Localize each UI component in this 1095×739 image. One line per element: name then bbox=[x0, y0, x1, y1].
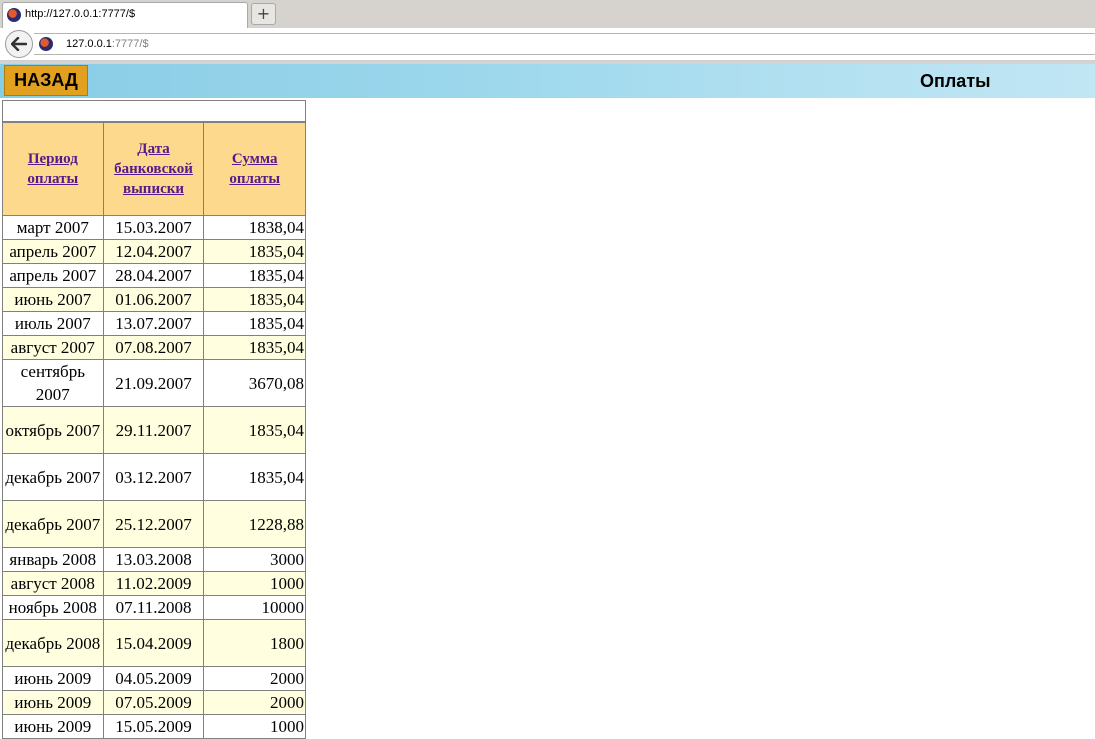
sum-cell: 1000 bbox=[203, 571, 306, 596]
period-cell: апрель 2007 bbox=[2, 263, 104, 288]
column-header-period: Период оплаты bbox=[2, 122, 104, 216]
date-cell: 13.07.2007 bbox=[102, 311, 205, 336]
period-cell: август 2007 bbox=[2, 335, 104, 360]
period-cell: июнь 2009 bbox=[2, 690, 104, 715]
sum-cell: 1000 bbox=[203, 714, 306, 739]
table-row: март 2007 15.03.2007 1838,04 bbox=[2, 215, 306, 240]
table-caption-row bbox=[2, 100, 306, 122]
date-cell: 15.05.2009 bbox=[102, 714, 205, 739]
tab-bar: http://127.0.0.1:7777/$ + bbox=[0, 0, 1095, 28]
date-cell: 12.04.2007 bbox=[102, 239, 205, 264]
sum-cell: 3000 bbox=[203, 547, 306, 572]
period-cell: июль 2007 bbox=[2, 311, 104, 336]
table-header-row: Период оплаты Дата банковской выписки Су… bbox=[2, 122, 306, 216]
period-cell: январь 2008 bbox=[2, 547, 104, 572]
date-cell: 07.11.2008 bbox=[102, 595, 205, 620]
table-row: январь 2008 13.03.2008 3000 bbox=[2, 547, 306, 572]
sum-cell: 3670,08 bbox=[203, 359, 306, 407]
date-cell: 07.05.2009 bbox=[102, 690, 205, 715]
sum-cell: 1835,04 bbox=[203, 311, 306, 336]
date-cell: 01.06.2007 bbox=[102, 287, 205, 312]
table-row: июнь 2009 15.05.2009 1000 bbox=[2, 714, 306, 739]
period-cell: апрель 2007 bbox=[2, 239, 104, 264]
period-cell: март 2007 bbox=[2, 215, 104, 240]
period-cell: октябрь 2007 bbox=[2, 406, 104, 454]
url-path: :7777/$ bbox=[111, 38, 149, 50]
sum-cell: 2000 bbox=[203, 690, 306, 715]
sort-by-sum-link[interactable]: Сумма оплаты bbox=[229, 151, 280, 187]
new-tab-button[interactable]: + bbox=[251, 3, 276, 25]
period-cell: август 2008 bbox=[2, 571, 104, 596]
url-host: 127.0.0.1 bbox=[66, 38, 112, 50]
tab-title: http://127.0.0.1:7777/$ bbox=[25, 8, 136, 20]
table-row: сентябрь 2007 21.09.2007 3670,08 bbox=[2, 359, 306, 407]
site-identity-icon bbox=[39, 37, 53, 51]
period-cell: декабрь 2007 bbox=[2, 500, 104, 548]
sum-cell: 10000 bbox=[203, 595, 306, 620]
date-cell: 28.04.2007 bbox=[102, 263, 205, 288]
sum-cell: 1835,04 bbox=[203, 287, 306, 312]
sum-cell: 1835,04 bbox=[203, 335, 306, 360]
date-cell: 21.09.2007 bbox=[102, 359, 205, 407]
column-header-date: Дата банковской выписки bbox=[102, 122, 205, 216]
browser-tab[interactable]: http://127.0.0.1:7777/$ bbox=[2, 2, 248, 28]
period-cell: июнь 2009 bbox=[2, 666, 104, 691]
url-text: 127.0.0.1:7777/$ bbox=[66, 38, 149, 50]
table-row: июнь 2009 04.05.2009 2000 bbox=[2, 666, 306, 691]
period-cell: декабрь 2007 bbox=[2, 453, 104, 501]
sum-cell: 1800 bbox=[203, 619, 306, 667]
period-cell: декабрь 2008 bbox=[2, 619, 104, 667]
sum-cell: 1228,88 bbox=[203, 500, 306, 548]
column-header-sum: Сумма оплаты bbox=[203, 122, 306, 216]
payments-table: Период оплаты Дата банковской выписки Су… bbox=[2, 122, 306, 739]
table-row: июнь 2007 01.06.2007 1835,04 bbox=[2, 287, 306, 312]
table-row: июнь 2009 07.05.2009 2000 bbox=[2, 690, 306, 715]
date-cell: 03.12.2007 bbox=[102, 453, 205, 501]
sum-cell: 1838,04 bbox=[203, 215, 306, 240]
table-row: август 2007 07.08.2007 1835,04 bbox=[2, 335, 306, 360]
period-cell: сентябрь 2007 bbox=[2, 359, 104, 407]
sum-cell: 2000 bbox=[203, 666, 306, 691]
table-row: ноябрь 2008 07.11.2008 10000 bbox=[2, 595, 306, 620]
navigation-bar: 127.0.0.1:7777/$ bbox=[0, 28, 1095, 61]
period-cell: июнь 2009 bbox=[2, 714, 104, 739]
table-row: декабрь 2007 25.12.2007 1228,88 bbox=[2, 500, 306, 548]
back-arrow-icon bbox=[11, 37, 27, 51]
period-cell: ноябрь 2008 bbox=[2, 595, 104, 620]
table-row: июль 2007 13.07.2007 1835,04 bbox=[2, 311, 306, 336]
sum-cell: 1835,04 bbox=[203, 406, 306, 454]
back-button[interactable]: НАЗАД bbox=[4, 65, 88, 96]
table-row: август 2008 11.02.2009 1000 bbox=[2, 571, 306, 596]
date-cell: 29.11.2007 bbox=[102, 406, 205, 454]
period-cell: июнь 2007 bbox=[2, 287, 104, 312]
sort-by-period-link[interactable]: Период оплаты bbox=[27, 151, 78, 187]
page-header: НАЗАД Оплаты bbox=[0, 64, 1095, 98]
sum-cell: 1835,04 bbox=[203, 263, 306, 288]
table-row: апрель 2007 28.04.2007 1835,04 bbox=[2, 263, 306, 288]
date-cell: 25.12.2007 bbox=[102, 500, 205, 548]
sort-by-date-link[interactable]: Дата банковской выписки bbox=[114, 141, 193, 197]
table-row: декабрь 2007 03.12.2007 1835,04 bbox=[2, 453, 306, 501]
sum-cell: 1835,04 bbox=[203, 453, 306, 501]
table-row: апрель 2007 12.04.2007 1835,04 bbox=[2, 239, 306, 264]
browser-back-button[interactable] bbox=[5, 30, 33, 58]
date-cell: 13.03.2008 bbox=[102, 547, 205, 572]
site-favicon-icon bbox=[7, 8, 21, 22]
address-bar[interactable]: 127.0.0.1:7777/$ bbox=[34, 33, 1095, 55]
page-title: Оплаты bbox=[920, 71, 991, 91]
table-row: октябрь 2007 29.11.2007 1835,04 bbox=[2, 406, 306, 454]
table-row: декабрь 2008 15.04.2009 1800 bbox=[2, 619, 306, 667]
sum-cell: 1835,04 bbox=[203, 239, 306, 264]
date-cell: 15.04.2009 bbox=[102, 619, 205, 667]
date-cell: 04.05.2009 bbox=[102, 666, 205, 691]
date-cell: 07.08.2007 bbox=[102, 335, 205, 360]
date-cell: 15.03.2007 bbox=[102, 215, 205, 240]
date-cell: 11.02.2009 bbox=[102, 571, 205, 596]
